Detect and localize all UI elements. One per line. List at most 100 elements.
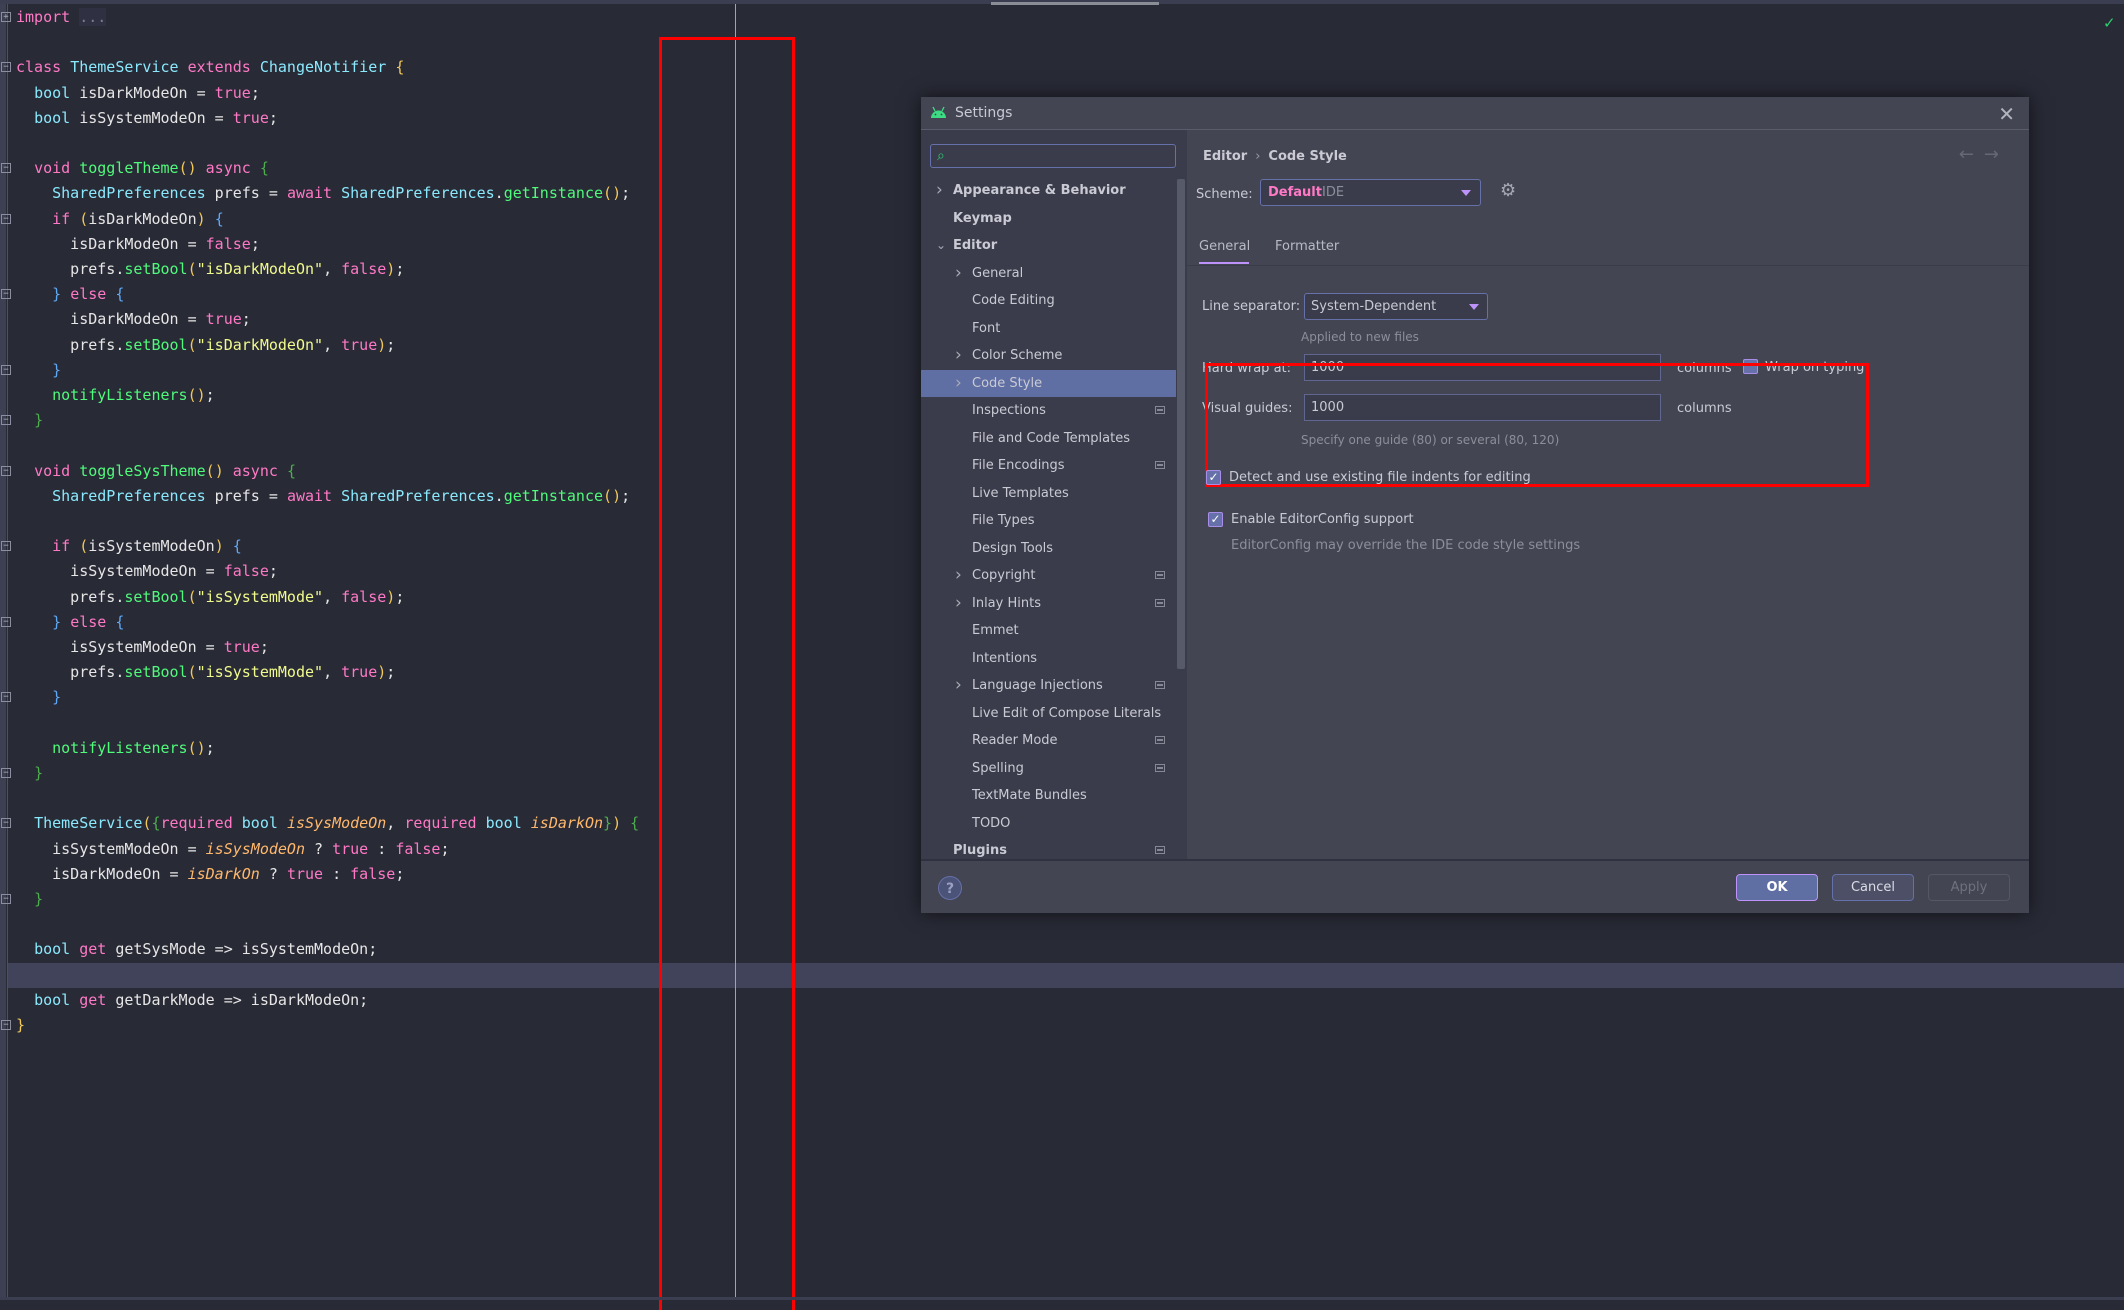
fold-collapse-icon[interactable]: − xyxy=(1,1020,11,1030)
editorconfig-checkbox[interactable]: ✓ xyxy=(1208,512,1223,527)
code-line[interactable]: SharedPreferences prefs = await SharedPr… xyxy=(16,181,630,206)
code-line[interactable]: bool get getDarkMode => isDarkModeOn; xyxy=(16,988,368,1013)
fold-collapse-icon[interactable]: − xyxy=(1,541,11,552)
tree-item-code-editing[interactable]: Code Editing xyxy=(921,287,1176,314)
tree-item-live-templates[interactable]: Live Templates xyxy=(921,480,1176,507)
code-line[interactable]: class ThemeService extends ChangeNotifie… xyxy=(16,55,404,80)
tree-scrollbar-thumb[interactable] xyxy=(1177,179,1185,669)
tree-item-file-types[interactable]: File Types xyxy=(921,507,1176,534)
chevron-right-icon[interactable]: › xyxy=(955,260,962,287)
tree-item-appearance-behavior[interactable]: › Appearance & Behavior xyxy=(921,177,1176,204)
chevron-right-icon[interactable]: › xyxy=(955,562,962,589)
help-button[interactable]: ? xyxy=(938,876,962,900)
fold-collapse-icon[interactable]: − xyxy=(1,894,11,904)
code-line[interactable]: if (isSystemModeOn) { xyxy=(16,534,242,559)
code-line[interactable]: isDarkModeOn = isDarkOn ? true : false; xyxy=(16,862,404,887)
fold-collapse-icon[interactable]: − xyxy=(1,213,11,224)
tree-item-inlay-hints[interactable]: › Inlay Hints xyxy=(921,590,1176,617)
tree-item-editor[interactable]: ⌄ Editor xyxy=(921,232,1176,259)
close-icon[interactable]: ✕ xyxy=(1998,102,2015,126)
gear-icon[interactable]: ⚙ xyxy=(1500,180,1516,201)
code-line[interactable]: void toggleSysTheme() async { xyxy=(16,459,296,484)
fold-collapse-icon[interactable]: − xyxy=(1,415,11,426)
code-line[interactable]: isSystemModeOn = false; xyxy=(16,559,278,584)
code-line[interactable]: if (isDarkModeOn) { xyxy=(16,207,224,232)
code-line[interactable]: } else { xyxy=(16,610,124,635)
ok-button[interactable]: OK xyxy=(1736,874,1818,901)
tree-item-color-scheme[interactable]: › Color Scheme xyxy=(921,342,1176,369)
fold-collapse-icon[interactable]: − xyxy=(1,616,11,627)
tree-item-intentions[interactable]: Intentions xyxy=(921,645,1176,672)
breadcrumb-parent[interactable]: Editor xyxy=(1203,149,1247,164)
chevron-right-icon[interactable]: › xyxy=(936,177,943,204)
line-separator-dropdown[interactable]: System-Dependent xyxy=(1304,293,1488,320)
tree-item-copyright[interactable]: › Copyright xyxy=(921,562,1176,589)
chevron-right-icon[interactable]: › xyxy=(955,590,962,617)
code-line[interactable]: bool isSystemModeOn = true; xyxy=(16,106,278,131)
tree-item-file-and-code-templates[interactable]: File and Code Templates xyxy=(921,425,1176,452)
fold-expand-icon[interactable]: + xyxy=(1,12,11,22)
fold-collapse-icon[interactable]: − xyxy=(1,62,11,73)
fold-collapse-icon[interactable]: − xyxy=(1,163,11,174)
cancel-button[interactable]: Cancel xyxy=(1832,874,1914,901)
tree-item-general[interactable]: › General xyxy=(921,260,1176,287)
tree-item-live-edit-of-compose-literals[interactable]: Live Edit of Compose Literals xyxy=(921,700,1176,727)
code-line[interactable]: prefs.setBool("isSystemMode", false); xyxy=(16,585,404,610)
chevron-down-icon[interactable]: ⌄ xyxy=(936,232,946,259)
fold-collapse-icon[interactable]: − xyxy=(1,768,11,778)
tree-item-design-tools[interactable]: Design Tools xyxy=(921,535,1176,562)
code-line[interactable]: prefs.setBool("isDarkModeOn", false); xyxy=(16,257,404,282)
code-line[interactable]: isSystemModeOn = isSysModeOn ? true : fa… xyxy=(16,837,449,862)
code-line[interactable]: prefs.setBool("isDarkModeOn", true); xyxy=(16,333,395,358)
code-line[interactable]: } xyxy=(16,887,43,912)
scheme-dropdown[interactable]: Default IDE xyxy=(1260,179,1481,206)
tree-item-keymap[interactable]: Keymap xyxy=(921,205,1176,232)
tree-item-todo[interactable]: TODO xyxy=(921,810,1176,837)
code-line[interactable]: } xyxy=(16,1013,25,1038)
tree-item-textmate-bundles[interactable]: TextMate Bundles xyxy=(921,782,1176,809)
code-line[interactable]: } xyxy=(16,408,43,433)
fold-collapse-icon[interactable]: − xyxy=(1,465,11,476)
code-line[interactable]: isDarkModeOn = false; xyxy=(16,232,260,257)
code-line[interactable]: } else { xyxy=(16,282,124,307)
code-line[interactable]: notifyListeners(); xyxy=(16,736,215,761)
fold-collapse-icon[interactable]: − xyxy=(1,692,11,703)
code-line[interactable]: prefs.setBool("isSystemMode", true); xyxy=(16,660,395,685)
check-icon[interactable]: ✓ xyxy=(2103,14,2116,32)
fold-collapse-icon[interactable]: − xyxy=(1,289,11,300)
code-line[interactable]: bool isDarkModeOn = true; xyxy=(16,81,260,106)
tab-formatter[interactable]: Formatter xyxy=(1275,239,1339,254)
tree-item-code-style[interactable]: › Code Style xyxy=(921,369,1187,397)
tree-item-spelling[interactable]: Spelling xyxy=(921,755,1176,782)
apply-button[interactable]: Apply xyxy=(1928,874,2010,901)
settings-search-input[interactable]: ⌕ xyxy=(930,144,1176,168)
code-line[interactable]: } xyxy=(16,358,61,383)
code-line[interactable]: notifyListeners(); xyxy=(16,383,215,408)
back-arrow-icon[interactable]: ← xyxy=(1959,144,1984,165)
tree-item-font[interactable]: Font xyxy=(921,315,1176,342)
tree-item-file-encodings[interactable]: File Encodings xyxy=(921,452,1176,479)
code-line[interactable]: void toggleTheme() async { xyxy=(16,156,269,181)
code-line[interactable]: ThemeService({required bool isSysModeOn,… xyxy=(16,811,639,836)
code-line[interactable]: } xyxy=(16,761,43,786)
tree-item-language-injections[interactable]: › Language Injections xyxy=(921,672,1176,699)
code-line[interactable]: isSystemModeOn = true; xyxy=(16,635,269,660)
code-line[interactable]: SharedPreferences prefs = await SharedPr… xyxy=(16,484,630,509)
fold-collapse-icon[interactable]: − xyxy=(1,364,11,375)
chevron-right-icon[interactable]: › xyxy=(955,342,962,369)
code-line[interactable]: } xyxy=(16,685,61,710)
chevron-right-icon[interactable]: › xyxy=(955,370,962,397)
detect-indents-checkbox[interactable]: ✓ xyxy=(1206,470,1221,485)
chevron-right-icon[interactable]: › xyxy=(955,672,962,699)
tab-general[interactable]: General xyxy=(1199,239,1250,264)
horizontal-scrollbar-thumb[interactable] xyxy=(991,2,1159,5)
code-line[interactable]: isDarkModeOn = true; xyxy=(16,307,251,332)
fold-collapse-icon[interactable]: − xyxy=(1,818,11,829)
tree-item-label: Live Edit of Compose Literals xyxy=(972,705,1162,721)
tree-item-inspections[interactable]: Inspections xyxy=(921,397,1176,424)
code-line[interactable]: bool get getSysMode => isSystemModeOn; xyxy=(16,937,377,962)
tree-item-emmet[interactable]: Emmet xyxy=(921,617,1176,644)
forward-arrow-icon[interactable]: → xyxy=(1984,144,2009,165)
code-line[interactable]: import ... xyxy=(16,5,107,30)
tree-item-reader-mode[interactable]: Reader Mode xyxy=(921,727,1176,754)
